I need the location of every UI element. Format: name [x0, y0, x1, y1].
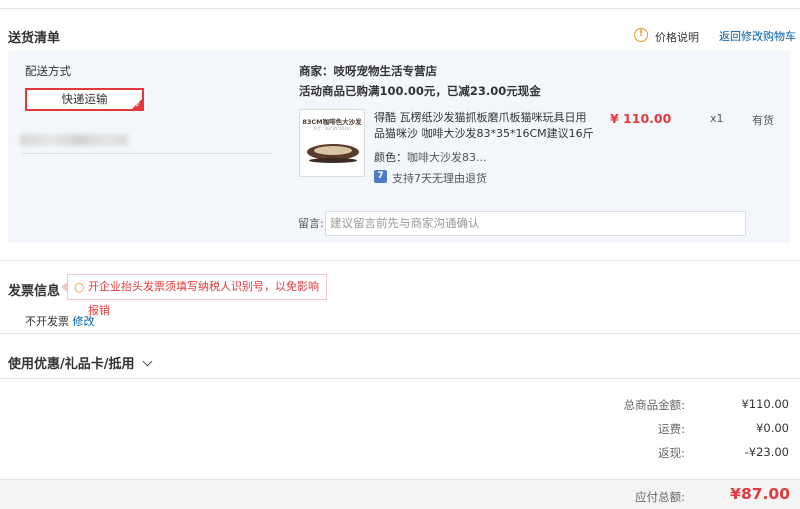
back-to-cart-link[interactable]: 返回修改购物车 — [719, 28, 796, 44]
product-color: 颜色：咖啡大沙发83... — [374, 149, 487, 165]
product-thumbnail[interactable]: 83CM咖啡色大沙发 尺寸：83*35*16cm — [299, 109, 365, 177]
rebate-label: 返现: — [658, 446, 685, 460]
item-stock: 有货 — [752, 114, 774, 127]
blurred-address — [20, 134, 128, 146]
item-price: ¥ 110.00 — [610, 111, 672, 126]
ship-method-button-label: 快递运输 — [61, 92, 108, 106]
ship-method-button[interactable]: 快递运输 ✓ — [25, 88, 144, 111]
invoice-divider — [0, 260, 800, 261]
product-title-line1: 得酷 瓦楞纸沙发猫抓板磨爪板猫咪玩具日用 — [374, 111, 587, 124]
chevron-down-icon — [142, 356, 153, 367]
summary-divider — [0, 378, 800, 379]
product-title-line2: 品猫咪沙 咖啡大沙发83*35*16CM建议16斤 — [374, 127, 594, 140]
freight-label: 运费: — [658, 422, 685, 436]
top-divider — [0, 8, 800, 9]
shop-name: 商家：吱呀宠物生活专营店 — [299, 64, 437, 78]
promo-text: 活动商品已购满100.00元，已减23.00元现金 — [299, 84, 541, 98]
item-quantity: x1 — [710, 112, 724, 125]
return-policy: 支持7天无理由退货 — [392, 172, 487, 185]
bulb-icon: ○ — [74, 280, 85, 294]
left-divider — [22, 153, 272, 154]
thumbnail-subtitle: 尺寸：83*35*16cm — [313, 126, 351, 131]
invoice-tip: ○ 开企业抬头发票须填写纳税人识别号，以免影响报销 — [67, 274, 327, 317]
invoice-tip-text: 开企业抬头发票须填写纳税人识别号，以免影响报销 — [88, 280, 319, 317]
remark-input[interactable]: 建议留言前先与商家沟通确认 — [325, 211, 746, 236]
info-icon[interactable]: ! — [634, 28, 648, 42]
product-title[interactable]: 得酷 瓦楞纸沙发猫抓板磨爪板猫咪玩具日用 品猫咪沙 咖啡大沙发83*35*16C… — [374, 110, 594, 142]
sofa-image-inner — [314, 146, 352, 155]
invoice-value-text: 不开发票 — [25, 315, 69, 328]
coupon-divider — [0, 333, 800, 334]
goods-total-value: ¥110.00 — [741, 397, 789, 411]
invoice-value: 不开发票 修改 — [25, 313, 95, 329]
color-label: 颜色： — [374, 151, 407, 164]
sofa-image-base — [309, 158, 357, 163]
invoice-section-title: 发票信息 — [8, 284, 61, 299]
invoice-edit-link[interactable]: 修改 — [73, 315, 95, 328]
payable-label: 应付总额: — [635, 490, 685, 504]
delivery-section-title: 送货清单 — [8, 31, 61, 46]
price-info-link[interactable]: 价格说明 — [655, 29, 699, 45]
rebate-value: -¥23.00 — [744, 445, 789, 459]
coupon-title: 使用优惠/礼品卡/抵用 — [8, 357, 135, 372]
freight-value: ¥0.00 — [756, 421, 789, 435]
ship-method-label: 配送方式 — [25, 64, 71, 78]
coupon-toggle[interactable]: 使用优惠/礼品卡/抵用 — [8, 353, 153, 372]
color-value: 咖啡大沙发83... — [407, 151, 487, 164]
check-corner-icon: ✓ — [132, 99, 142, 109]
payable-value: ¥87.00 — [730, 485, 790, 503]
thumbnail-title: 83CM咖啡色大沙发 — [302, 118, 362, 126]
goods-total-label: 总商品金额: — [623, 398, 685, 412]
remark-label: 留言: — [298, 217, 324, 230]
seven-day-return-icon: 7 — [374, 170, 387, 183]
